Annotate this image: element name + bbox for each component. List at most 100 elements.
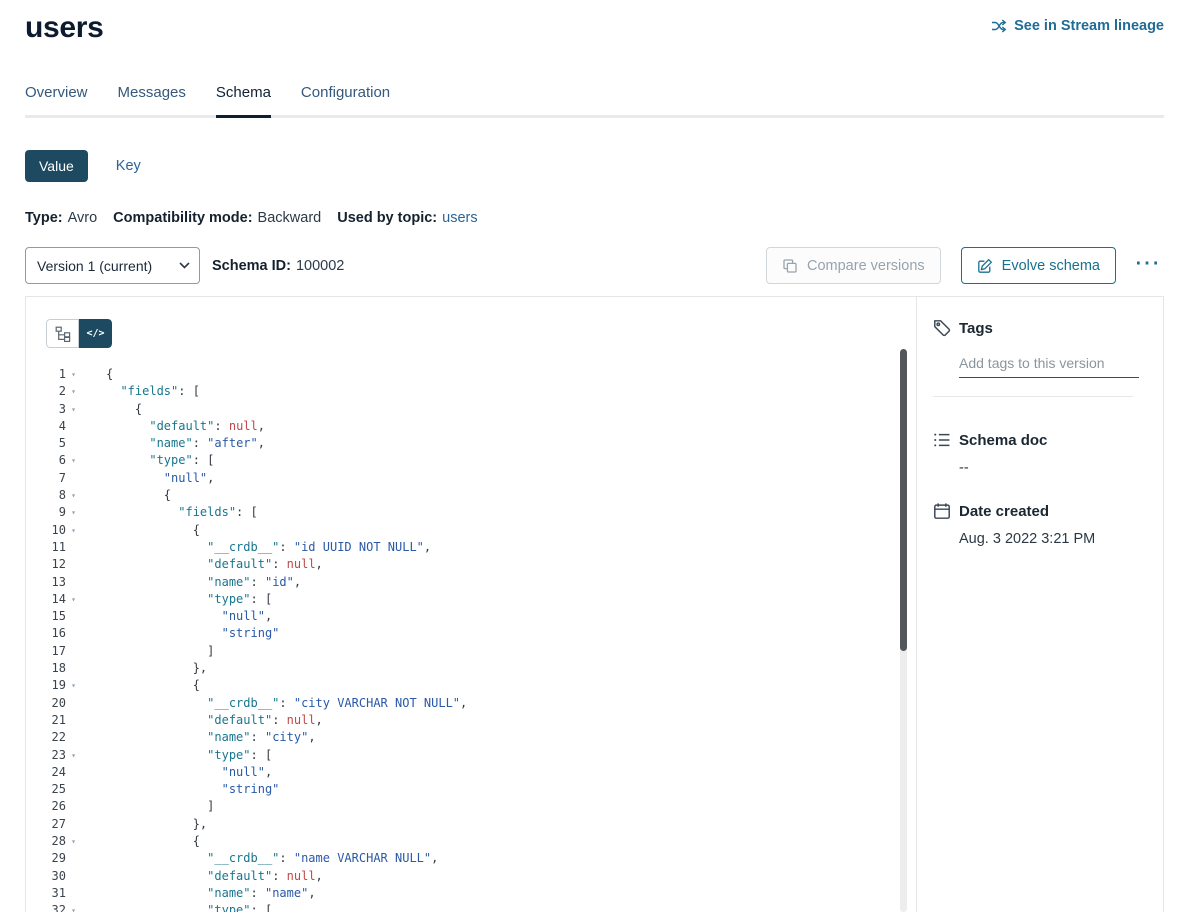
line-number: 3	[26, 401, 66, 418]
code-view-button[interactable]: </>	[79, 319, 112, 348]
code-line: 12 "default": null,	[26, 556, 916, 573]
line-number: 10	[26, 522, 66, 539]
compare-versions-button[interactable]: Compare versions	[766, 247, 941, 284]
fold-spacer	[66, 781, 81, 798]
code-line: 24 "null",	[26, 764, 916, 781]
code-line: 6▾ "type": [	[26, 452, 916, 469]
code-line: 2▾ "fields": [	[26, 383, 916, 400]
fold-spacer	[66, 729, 81, 746]
fold-toggle-icon[interactable]: ▾	[66, 677, 81, 694]
code-text: "fields": [	[81, 504, 258, 521]
page-header: users See in Stream lineage	[25, 0, 1164, 46]
stream-lineage-link[interactable]: See in Stream lineage	[991, 18, 1164, 34]
fold-spacer	[66, 539, 81, 556]
version-select[interactable]: Version 1 (current)	[25, 247, 200, 284]
fold-spacer	[66, 660, 81, 677]
fold-spacer	[66, 868, 81, 885]
fold-spacer	[66, 556, 81, 573]
compare-versions-label: Compare versions	[807, 258, 925, 274]
line-number: 26	[26, 798, 66, 815]
fold-toggle-icon[interactable]: ▾	[66, 747, 81, 764]
line-number: 12	[26, 556, 66, 573]
tab-schema[interactable]: Schema	[216, 84, 271, 118]
schema-doc-header: Schema doc	[933, 431, 1139, 449]
scrollbar-thumb[interactable]	[900, 349, 907, 651]
fold-toggle-icon[interactable]: ▾	[66, 452, 81, 469]
code-text: "name": "city",	[81, 729, 316, 746]
date-created-title: Date created	[959, 503, 1049, 520]
fold-toggle-icon[interactable]: ▾	[66, 383, 81, 400]
fold-spacer	[66, 695, 81, 712]
schema-toolbar: Version 1 (current) Schema ID:100002 Com…	[25, 247, 1164, 284]
line-number: 7	[26, 470, 66, 487]
line-number: 6	[26, 452, 66, 469]
tab-overview[interactable]: Overview	[25, 84, 88, 115]
code-text: {	[81, 677, 200, 694]
used-by-topic: Used by topic: users	[337, 210, 477, 226]
key-toggle-link[interactable]: Key	[116, 158, 141, 174]
page-title: users	[25, 10, 104, 46]
code-line: 8▾ {	[26, 487, 916, 504]
fold-spacer	[66, 435, 81, 452]
schema-doc-value: --	[959, 460, 1139, 476]
fold-toggle-icon[interactable]: ▾	[66, 591, 81, 608]
code-text: "__crdb__": "city VARCHAR NOT NULL",	[81, 695, 467, 712]
line-number: 22	[26, 729, 66, 746]
line-number: 20	[26, 695, 66, 712]
code-text: "name": "name",	[81, 885, 316, 902]
fold-spacer	[66, 418, 81, 435]
type-value: Avro	[68, 210, 98, 226]
line-number: 11	[26, 539, 66, 556]
code-line: 10▾ {	[26, 522, 916, 539]
tags-header: Tags	[933, 319, 1139, 337]
code-line: 18 },	[26, 660, 916, 677]
fold-toggle-icon[interactable]: ▾	[66, 366, 81, 383]
code-text: "default": null,	[81, 418, 265, 435]
evolve-schema-button[interactable]: Evolve schema	[961, 247, 1116, 284]
tree-view-button[interactable]	[46, 319, 79, 348]
line-number: 2	[26, 383, 66, 400]
value-toggle-button[interactable]: Value	[25, 150, 88, 182]
calendar-icon	[933, 502, 951, 520]
code-text: "fields": [	[81, 383, 200, 400]
code-line: 31 "name": "name",	[26, 885, 916, 902]
fold-toggle-icon[interactable]: ▾	[66, 504, 81, 521]
tags-input[interactable]	[959, 353, 1139, 378]
code-line: 19▾ {	[26, 677, 916, 694]
more-actions-button[interactable]: ⋯	[1130, 252, 1164, 280]
tab-messages[interactable]: Messages	[118, 84, 186, 115]
tags-title: Tags	[959, 320, 993, 337]
line-number: 17	[26, 643, 66, 660]
code-lines: 1▾{2▾ "fields": [3▾ {4 "default": null,5…	[26, 366, 916, 912]
code-line: 29 "__crdb__": "name VARCHAR NULL",	[26, 850, 916, 867]
fold-spacer	[66, 850, 81, 867]
fold-toggle-icon[interactable]: ▾	[66, 487, 81, 504]
code-line: 21 "default": null,	[26, 712, 916, 729]
fold-spacer	[66, 643, 81, 660]
code-line: 30 "default": null,	[26, 868, 916, 885]
code-text: {	[81, 401, 142, 418]
line-number: 25	[26, 781, 66, 798]
line-number: 14	[26, 591, 66, 608]
schema-sidebar: Tags Schema doc	[917, 297, 1163, 912]
code-text: "name": "id",	[81, 574, 301, 591]
code-line: 25 "string"	[26, 781, 916, 798]
line-number: 27	[26, 816, 66, 833]
line-number: 16	[26, 625, 66, 642]
compatibility-value: Backward	[258, 210, 322, 226]
code-line: 13 "name": "id",	[26, 574, 916, 591]
fold-toggle-icon[interactable]: ▾	[66, 833, 81, 850]
code-text: {	[81, 522, 200, 539]
fold-toggle-icon[interactable]: ▾	[66, 401, 81, 418]
code-line: 11 "__crdb__": "id UUID NOT NULL",	[26, 539, 916, 556]
stream-lineage-label: See in Stream lineage	[1014, 18, 1164, 34]
tab-configuration[interactable]: Configuration	[301, 84, 390, 115]
fold-toggle-icon[interactable]: ▾	[66, 522, 81, 539]
schema-type: Type: Avro	[25, 210, 97, 226]
code-text: "type": [	[81, 747, 272, 764]
fold-spacer	[66, 608, 81, 625]
topic-link[interactable]: users	[442, 210, 477, 226]
code-line: 15 "null",	[26, 608, 916, 625]
fold-toggle-icon[interactable]: ▾	[66, 902, 81, 912]
type-label: Type:	[25, 210, 63, 226]
